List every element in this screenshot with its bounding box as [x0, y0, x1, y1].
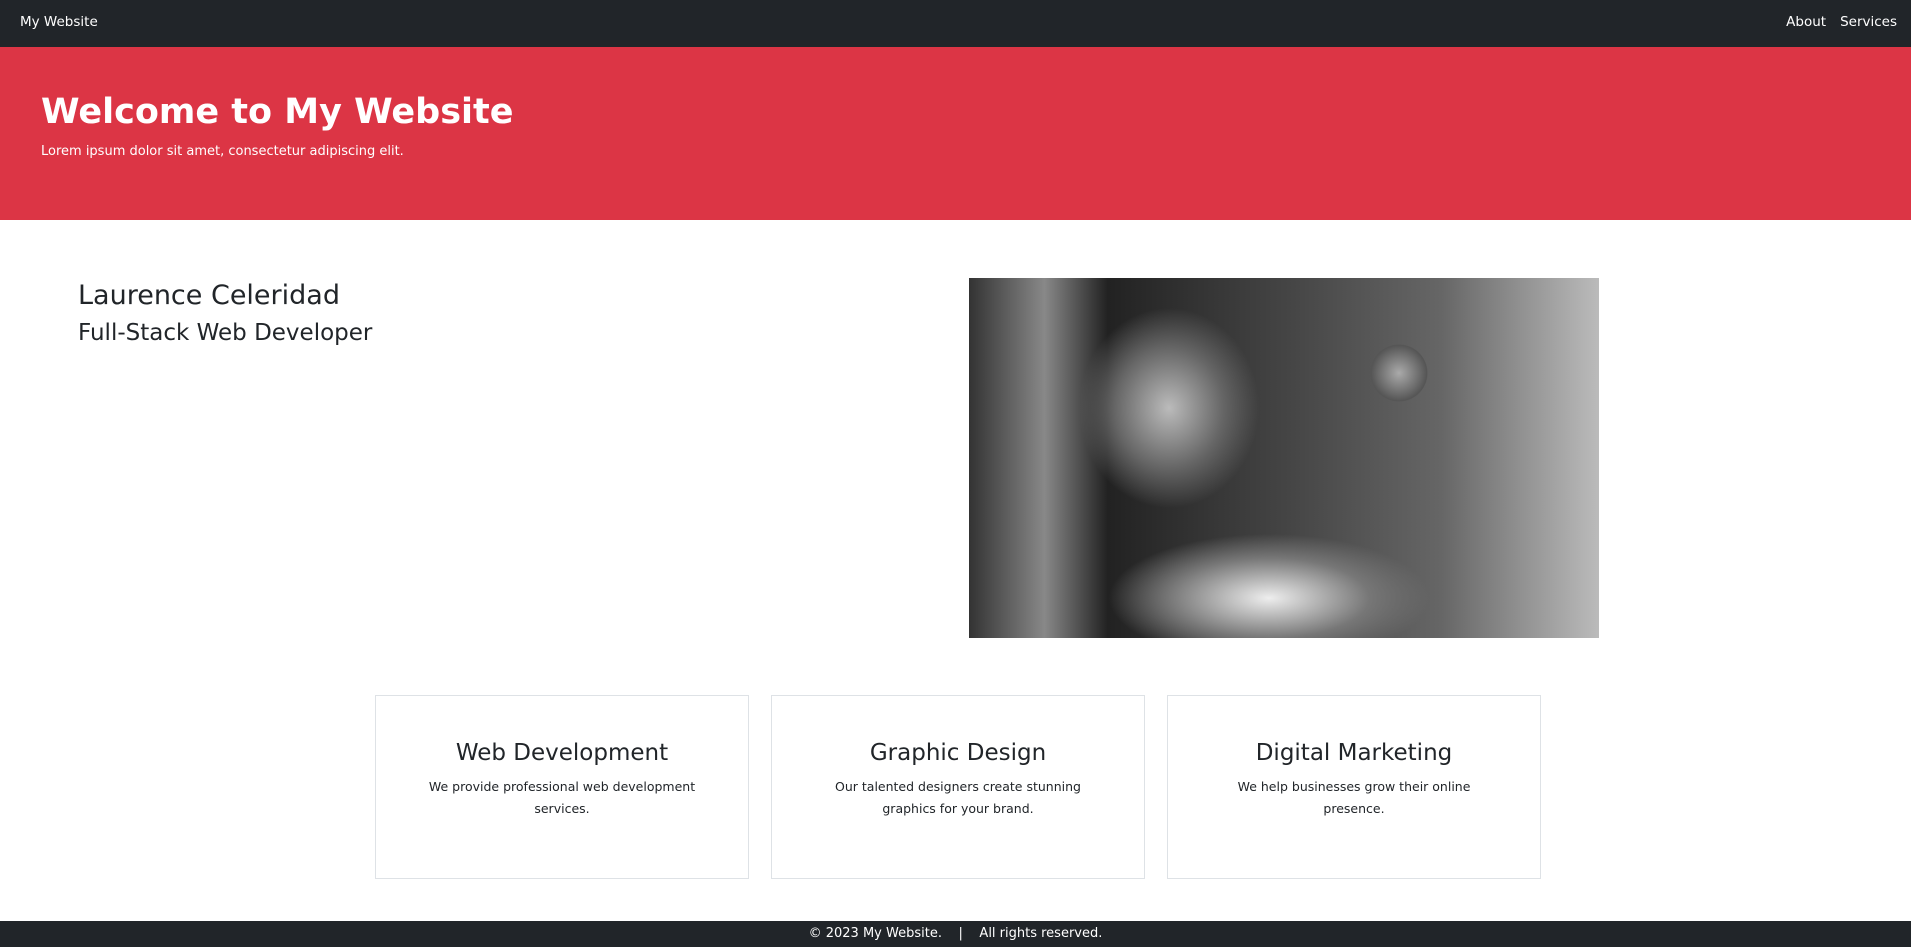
footer-rights: All rights reserved. [979, 926, 1103, 941]
profile-role: Full-Stack Web Developer [78, 320, 373, 346]
profile-name: Laurence Celeridad [78, 280, 340, 311]
nav-links: About Services [1786, 14, 1897, 30]
nav-link-services[interactable]: Services [1840, 14, 1897, 30]
service-title: Web Development [455, 740, 669, 766]
brand-link[interactable]: My Website [20, 14, 98, 30]
nav-link-about[interactable]: About [1786, 14, 1826, 30]
service-text: Our talented designers create stunning g… [835, 779, 1081, 816]
service-title: Graphic Design [869, 740, 1047, 766]
footer: © 2023 My Website. | All rights reserved… [0, 921, 1911, 947]
footer-copyright: © 2023 My Website. [808, 926, 942, 941]
service-card-graphic-design: Graphic Design Our talented designers cr… [771, 695, 1145, 879]
hero-title: Welcome to My Website [41, 92, 514, 132]
hero-subtitle: Lorem ipsum dolor sit amet, consectetur … [41, 144, 404, 159]
footer-separator: | [958, 926, 963, 941]
kitten-photo [969, 278, 1599, 638]
service-text: We help businesses grow their online pre… [1237, 779, 1471, 816]
service-card-web-development: Web Development We provide professional … [375, 695, 749, 879]
service-text: We provide professional web development … [428, 779, 696, 816]
service-card-digital-marketing: Digital Marketing We help businesses gro… [1167, 695, 1541, 879]
navbar: My Website About Services [0, 0, 1911, 47]
service-title: Digital Marketing [1255, 740, 1453, 766]
hero-banner: Welcome to My Website Lorem ipsum dolor … [0, 47, 1911, 220]
